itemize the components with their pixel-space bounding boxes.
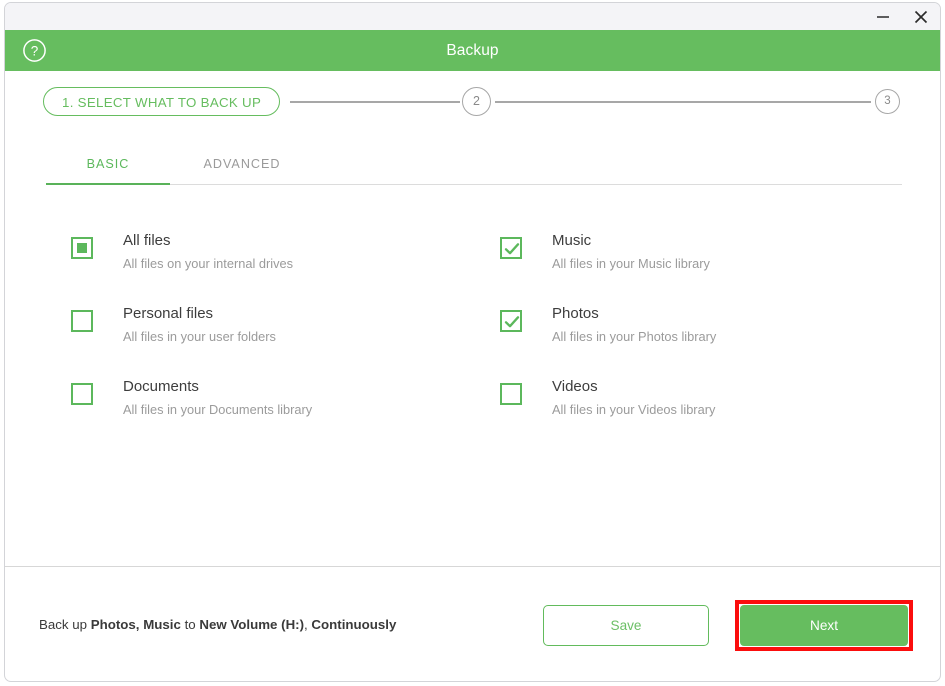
options-column-left: All files All files on your internal dri… [71, 231, 471, 450]
option-subtitle: All files in your Videos library [552, 402, 716, 417]
minimize-button[interactable] [870, 6, 896, 28]
step-1-select-what-to-back-up[interactable]: 1. SELECT WHAT TO BACK UP [43, 87, 281, 116]
checkbox-checked-icon[interactable] [500, 310, 522, 332]
option-music[interactable]: Music All files in your Music library [500, 231, 900, 304]
option-title: Personal files [123, 305, 214, 322]
tab-advanced[interactable]: ADVANCED [170, 151, 314, 185]
stepper-connector-2 [495, 101, 871, 103]
option-personal-files[interactable]: Personal files All files in your user fo… [71, 304, 471, 377]
option-title: Photos [552, 305, 599, 322]
option-documents[interactable]: Documents All files in your Documents li… [71, 377, 471, 450]
next-button-highlight: Next [735, 600, 913, 651]
close-icon [913, 9, 929, 25]
summary-plain: to [180, 617, 200, 632]
save-button[interactable]: Save [543, 605, 709, 646]
option-subtitle: All files on your internal drives [123, 256, 293, 271]
tab-basic[interactable]: BASIC [46, 151, 170, 185]
window-titlebar [5, 3, 940, 30]
checkbox-unchecked-icon[interactable] [71, 383, 93, 405]
option-text: Music All files in your Music library [552, 231, 710, 272]
window-controls [870, 3, 934, 30]
summary-emphasis: Continuously [311, 617, 397, 632]
summary-emphasis: New Volume (H:) [199, 617, 305, 632]
minimize-icon [875, 11, 891, 23]
summary-plain: Back up [39, 617, 91, 632]
checkbox-partial-square [77, 243, 87, 253]
checkbox-checked-icon[interactable] [500, 237, 522, 259]
next-button[interactable]: Next [740, 605, 908, 646]
close-button[interactable] [908, 6, 934, 28]
backup-summary-text: Back up Photos, Music to New Volume (H:)… [39, 617, 396, 632]
app-header: ? Backup [5, 30, 940, 71]
checkbox-unchecked-icon[interactable] [500, 383, 522, 405]
option-text: Personal files All files in your user fo… [123, 304, 276, 345]
summary-emphasis: Photos, Music [90, 617, 181, 632]
option-title: All files [123, 232, 171, 249]
step-2-indicator[interactable]: 2 [462, 87, 491, 116]
stepper-connector-1 [290, 101, 460, 103]
backup-window: ? Backup 1. SELECT WHAT TO BACK UP 2 3 B… [4, 2, 941, 682]
option-title: Music [552, 232, 592, 249]
step-3-indicator[interactable]: 3 [875, 89, 900, 114]
option-subtitle: All files in your Music library [552, 256, 710, 271]
option-title: Documents [123, 378, 199, 395]
option-text: Documents All files in your Documents li… [123, 377, 312, 418]
tab-bar: BASIC ADVANCED [46, 151, 902, 186]
option-title: Videos [552, 378, 598, 395]
app-title: Backup [446, 42, 499, 59]
option-videos[interactable]: Videos All files in your Videos library [500, 377, 900, 450]
option-subtitle: All files in your Photos library [552, 329, 717, 344]
footer-divider [5, 566, 940, 567]
checkbox-partial-icon[interactable] [71, 237, 93, 259]
wizard-stepper: 1. SELECT WHAT TO BACK UP 2 3 [5, 71, 940, 133]
option-text: Videos All files in your Videos library [552, 377, 715, 418]
checkbox-unchecked-icon[interactable] [71, 310, 93, 332]
option-text: Photos All files in your Photos library [552, 304, 716, 345]
options-column-right: Music All files in your Music library Ph… [500, 231, 900, 450]
option-subtitle: All files in your user folders [123, 329, 276, 344]
option-subtitle: All files in your Documents library [123, 402, 313, 417]
option-all-files[interactable]: All files All files on your internal dri… [71, 231, 471, 304]
option-photos[interactable]: Photos All files in your Photos library [500, 304, 900, 377]
option-text: All files All files on your internal dri… [123, 231, 293, 272]
